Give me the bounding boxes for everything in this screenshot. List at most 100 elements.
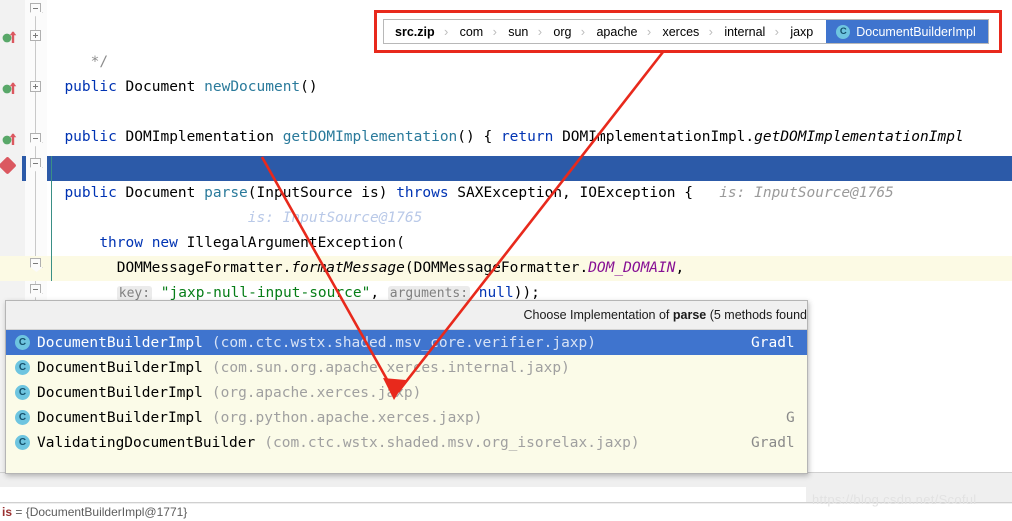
- code-token: DOM_DOMAIN: [588, 260, 675, 276]
- code-token: ,: [676, 260, 685, 276]
- code-token: getDOMImplementation: [283, 129, 458, 145]
- fold-region-end-icon[interactable]: [30, 158, 41, 167]
- breadcrumb-separator-icon: ›: [442, 24, 451, 39]
- code-token: DOMImplementationImpl.: [553, 129, 754, 145]
- debug-variable-line: is = {DocumentBuilderImpl@1771}: [2, 505, 187, 519]
- code-token: throw new: [99, 235, 186, 251]
- implementation-package: (com.sun.org.apache.xerces.internal.jaxp…: [212, 360, 570, 376]
- class-icon: C: [15, 410, 30, 425]
- code-token: (InputSource is): [248, 185, 396, 201]
- debug-variable-value: = {DocumentBuilderImpl@1771}: [12, 505, 187, 519]
- implementing-method-icon[interactable]: [2, 131, 18, 147]
- code-token: public: [64, 129, 125, 145]
- breadcrumb-item-org[interactable]: org: [544, 20, 578, 43]
- code-token: getDOMImplementationImpl: [754, 129, 964, 145]
- code-token: SAXException, IOException {: [457, 185, 693, 201]
- popup-title-suffix: (5 methods found: [706, 308, 807, 322]
- code-token: ,: [370, 285, 387, 301]
- code-token: if (is == null): [82, 210, 222, 226]
- code-token: key:: [117, 286, 152, 301]
- code-token: public: [64, 185, 125, 201]
- fold-expand-icon[interactable]: [30, 81, 41, 92]
- implementation-package: (org.python.apache.xerces.jaxp): [212, 410, 483, 426]
- fold-region-end-icon[interactable]: [30, 258, 41, 267]
- watermark: https://blog.csdn.net/Scoful: [812, 492, 977, 507]
- breadcrumb-separator-icon: ›: [706, 24, 715, 39]
- code-token: IllegalArgumentException(: [187, 235, 405, 251]
- breadcrumb-item-apache[interactable]: apache: [587, 20, 644, 43]
- popup-title: Choose Implementation of parse (5 method…: [6, 301, 807, 330]
- code-token: "jaxp-null-input-source": [161, 285, 371, 301]
- implementation-module: Gradl: [751, 435, 795, 451]
- list-item[interactable]: C DocumentBuilderImpl (org.python.apache.x…: [6, 405, 807, 430]
- implementation-module: Gradl: [751, 335, 795, 351]
- code-token: null: [479, 285, 514, 301]
- breadcrumb[interactable]: src.zip›com›sun›org›apache›xerces›intern…: [383, 19, 989, 44]
- code-token: */: [91, 54, 108, 70]
- implementation-module: G: [786, 410, 795, 426]
- code-line: DOMMessageFormatter.formatMessage(DOMMes…: [117, 256, 684, 281]
- code-token: public: [64, 79, 125, 95]
- breadcrumb-separator-icon: ›: [535, 24, 544, 39]
- breadcrumb-active-label: DocumentBuilderImpl: [856, 25, 976, 39]
- choose-implementation-popup[interactable]: Choose Implementation of parse (5 method…: [5, 300, 808, 474]
- fold-region-end-icon[interactable]: [30, 284, 41, 293]
- code-token: {: [222, 210, 231, 226]
- implementation-package: (com.ctc.wstx.shaded.msv_core.verifier.j…: [212, 335, 596, 351]
- code-token: formatMessage: [291, 260, 405, 276]
- breadcrumb-item-active[interactable]: CDocumentBuilderImpl: [826, 20, 988, 43]
- code-line: public Document parse(InputSource is) th…: [64, 181, 893, 206]
- breadcrumb-separator-icon: ›: [644, 24, 653, 39]
- code-token: Document: [126, 185, 205, 201]
- popup-title-prefix: Choose Implementation of: [523, 308, 672, 322]
- list-item[interactable]: C DocumentBuilderImpl (com.ctc.wstx.shaded…: [6, 330, 807, 355]
- code-line: public Document newDocument(): [64, 75, 317, 100]
- implementation-package: (com.ctc.wstx.shaded.msv.org_isorelax.ja…: [264, 435, 639, 451]
- code-token: [152, 285, 161, 301]
- list-item[interactable]: C DocumentBuilderImpl (org.apache.xerces.j…: [6, 380, 807, 405]
- code-token: is: InputSource@1765: [693, 185, 894, 201]
- debug-variable-name: is: [2, 505, 12, 519]
- code-token: throws: [396, 185, 457, 201]
- implementation-package: (org.apache.xerces.jaxp): [212, 385, 422, 401]
- implementation-class-name: DocumentBuilderImpl: [37, 410, 203, 426]
- implementation-class-name: ValidatingDocumentBuilder: [37, 435, 255, 451]
- class-icon: C: [15, 360, 30, 375]
- implementation-class-name: DocumentBuilderImpl: [37, 360, 203, 376]
- code-line: public DOMImplementation getDOMImplement…: [64, 125, 963, 150]
- code-line: throw new IllegalArgumentException(: [99, 231, 405, 256]
- implementing-method-icon[interactable]: [2, 80, 18, 96]
- implementing-method-icon[interactable]: [2, 29, 18, 45]
- breadcrumb-item-xerces[interactable]: xerces: [653, 20, 706, 43]
- breadcrumb-item-internal[interactable]: internal: [715, 20, 772, 43]
- fold-region-end-icon[interactable]: [30, 3, 41, 12]
- code-token: DOMImplementation: [126, 129, 283, 145]
- breadcrumb-separator-icon: ›: [490, 24, 499, 39]
- list-item[interactable]: C DocumentBuilderImpl (com.sun.org.apache.…: [6, 355, 807, 380]
- breadcrumb-separator-icon: ›: [578, 24, 587, 39]
- code-token: parse: [204, 185, 248, 201]
- class-icon: C: [15, 385, 30, 400]
- breadcrumb-separator-icon: ›: [772, 24, 781, 39]
- code-token: [470, 285, 479, 301]
- implementation-list[interactable]: C DocumentBuilderImpl (com.ctc.wstx.shaded…: [6, 330, 807, 455]
- code-token: arguments:: [388, 286, 470, 301]
- breadcrumb-item-com[interactable]: com: [451, 20, 491, 43]
- code-token: DOMMessageFormatter.: [117, 260, 292, 276]
- class-icon: C: [15, 335, 30, 350]
- breadcrumb-item-sun[interactable]: sun: [499, 20, 535, 43]
- fold-expand-icon[interactable]: [30, 30, 41, 41]
- breakpoint-icon[interactable]: [0, 156, 17, 174]
- implementation-class-name: DocumentBuilderImpl: [37, 385, 203, 401]
- breadcrumb-item-src-zip[interactable]: src.zip: [384, 20, 442, 43]
- code-line: if (is == null) { is: InputSource@1765: [82, 206, 422, 231]
- code-token: () {: [457, 129, 501, 145]
- code-token: return: [501, 129, 553, 145]
- fold-region-end-icon[interactable]: [30, 133, 41, 142]
- implementation-class-name: DocumentBuilderImpl: [37, 335, 203, 351]
- list-item[interactable]: CValidatingDocumentBuilder(com.ctc.wstx.…: [6, 430, 807, 455]
- code-token: Document: [126, 79, 205, 95]
- code-token: (DOMMessageFormatter.: [405, 260, 588, 276]
- code-token: is: InputSource@1765: [230, 210, 422, 226]
- popup-title-method: parse: [673, 308, 706, 322]
